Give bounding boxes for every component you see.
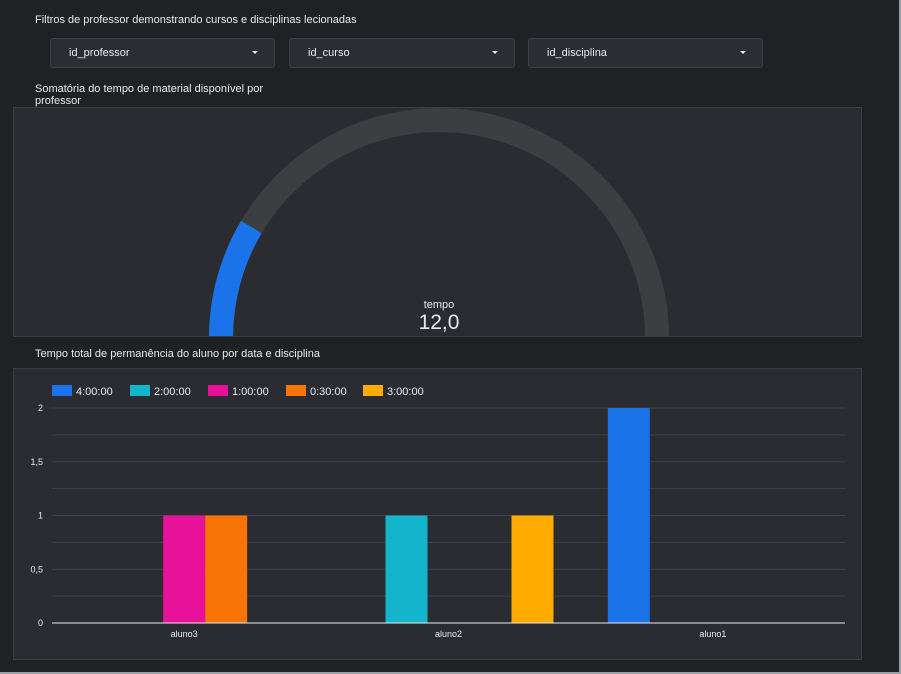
bar bbox=[163, 515, 206, 623]
x-tick-label: aluno3 bbox=[171, 629, 198, 639]
y-tick-label: 2 bbox=[38, 403, 43, 413]
legend-label: 3:00:00 bbox=[387, 386, 424, 398]
gauge-metric-name: tempo bbox=[423, 299, 455, 311]
legend-swatch bbox=[286, 385, 306, 396]
gauge-title-line2: professor bbox=[35, 95, 81, 107]
legend-swatch bbox=[363, 385, 383, 396]
gauge-value: 12,0 bbox=[418, 311, 460, 334]
dropdown-id-curso[interactable]: id_curso bbox=[289, 38, 515, 68]
bar bbox=[205, 515, 248, 623]
dropdown-id-professor[interactable]: id_professor bbox=[50, 38, 275, 68]
legend-swatch bbox=[208, 385, 228, 396]
filters-title: Filtros de professor demonstrando cursos… bbox=[35, 14, 357, 26]
caret-down-icon bbox=[492, 51, 498, 54]
x-tick-label: aluno2 bbox=[435, 629, 462, 639]
legend-swatch bbox=[130, 385, 150, 396]
bar-chart: 4:00:00 2:00:00 1:00:00 0:30:00 3:00:00 0 0,5 1… bbox=[30, 385, 845, 639]
dropdown-label: id_professor bbox=[69, 47, 130, 59]
legend-label: 4:00:00 bbox=[76, 386, 113, 398]
y-tick-label: 1 bbox=[38, 511, 43, 521]
bar bbox=[607, 408, 650, 623]
legend-label: 0:30:00 bbox=[310, 386, 347, 398]
y-tick-label: 0,5 bbox=[30, 564, 43, 574]
dropdown-label: id_curso bbox=[308, 47, 350, 59]
legend-label: 2:00:00 bbox=[154, 386, 191, 398]
bar bbox=[385, 515, 428, 623]
x-tick-label: aluno1 bbox=[699, 629, 726, 639]
gauge-title-line1: Somatória do tempo de material disponíve… bbox=[35, 83, 264, 95]
dropdown-label: id_disciplina bbox=[547, 47, 607, 59]
y-tick-label: 0 bbox=[38, 618, 43, 628]
gauge-title: Somatória do tempo de material disponíve… bbox=[35, 83, 285, 107]
y-tick-label: 1,5 bbox=[30, 457, 43, 467]
legend-label: 1:00:00 bbox=[232, 386, 269, 398]
chart-title: Tempo total de permanência do aluno por … bbox=[35, 348, 320, 360]
gauge-panel: tempo 12,0 bbox=[13, 107, 862, 337]
gauge-fill bbox=[209, 220, 262, 336]
dropdown-id-disciplina[interactable]: id_disciplina bbox=[528, 38, 763, 68]
caret-down-icon bbox=[740, 51, 746, 54]
caret-down-icon bbox=[252, 51, 258, 54]
bar-chart-panel: 4:00:00 2:00:00 1:00:00 0:30:00 3:00:00 0 0,5 1… bbox=[13, 368, 862, 660]
bar bbox=[511, 515, 554, 623]
legend-swatch bbox=[52, 385, 72, 396]
